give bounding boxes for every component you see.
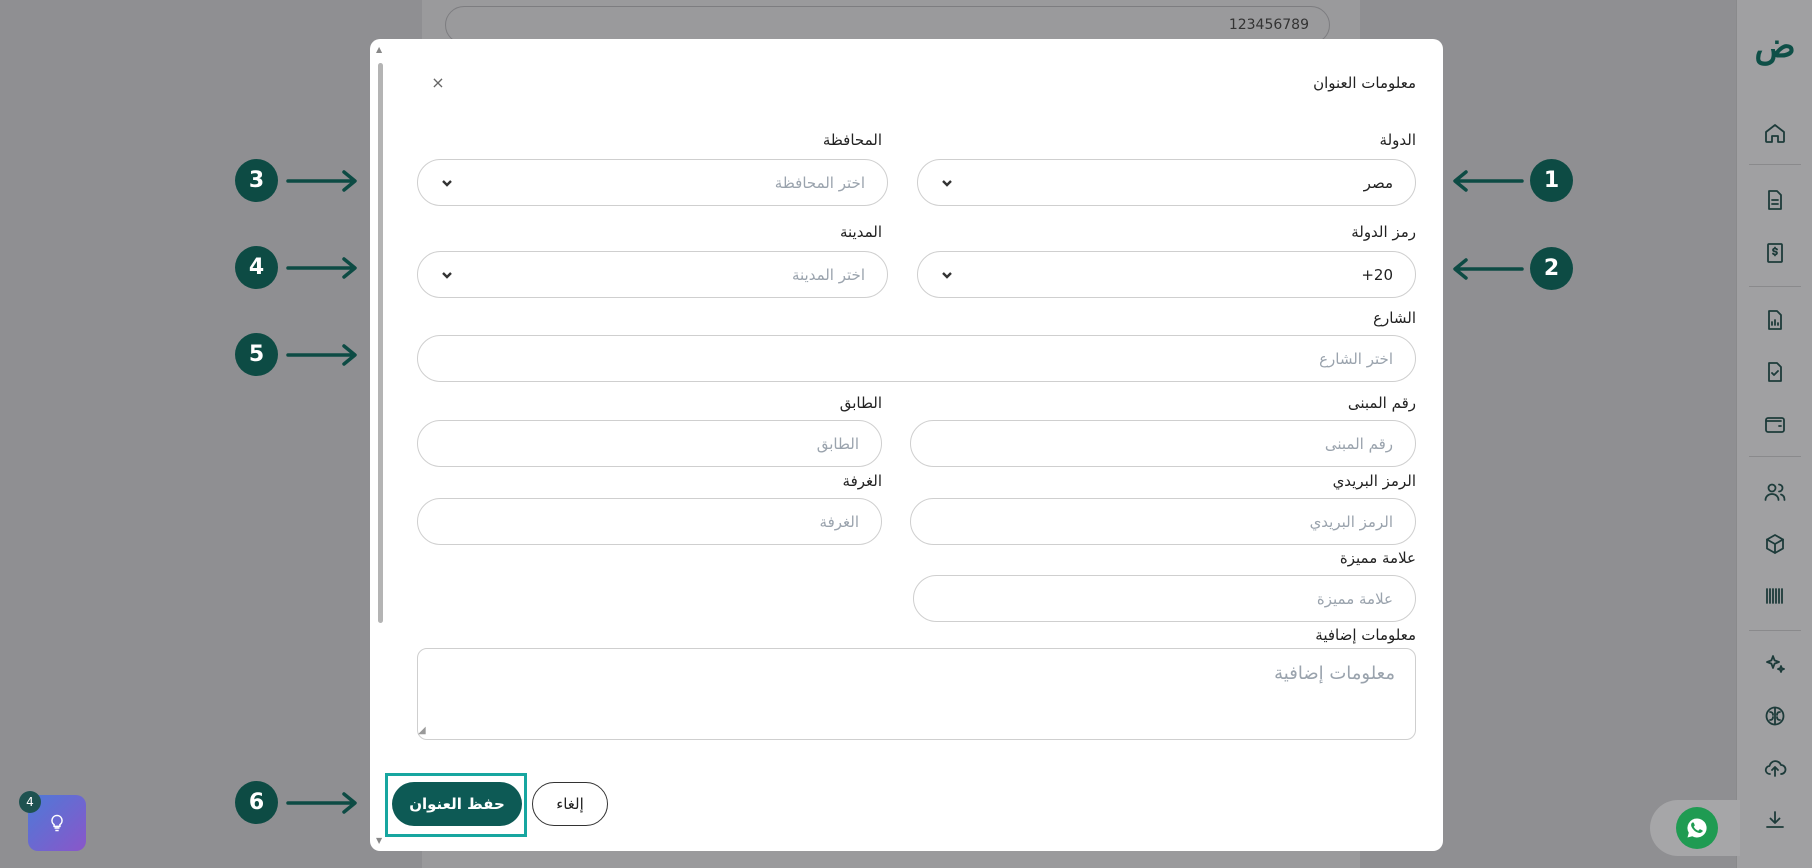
callout-arrow-4 bbox=[286, 256, 360, 280]
right-sidebar: ض bbox=[1736, 0, 1812, 868]
callout-badge-5: 5 bbox=[235, 333, 278, 376]
country-code-label: رمز الدولة bbox=[1351, 223, 1416, 241]
callout-badge-1: 1 bbox=[1530, 159, 1573, 202]
country-code-value: +20 bbox=[1361, 265, 1393, 284]
checklist-icon[interactable] bbox=[1759, 356, 1791, 388]
sparkles-icon[interactable] bbox=[1759, 648, 1791, 680]
invoice-dollar-icon[interactable] bbox=[1759, 237, 1791, 269]
close-icon[interactable]: × bbox=[428, 73, 448, 93]
modal-scrollbar[interactable]: ▲ ▼ bbox=[374, 45, 386, 845]
landmark-label: علامة مميزة bbox=[1339, 549, 1416, 567]
sidebar-divider bbox=[1749, 286, 1801, 287]
lightbulb-icon bbox=[51, 814, 63, 832]
room-label: الغرفة bbox=[842, 472, 882, 490]
building-number-label: رقم المبنى bbox=[1347, 394, 1416, 412]
sidebar-divider bbox=[1749, 164, 1801, 165]
city-label: المدينة bbox=[839, 223, 882, 241]
postal-code-label: الرمز البريدي bbox=[1332, 472, 1416, 490]
package-icon[interactable] bbox=[1759, 528, 1791, 560]
governorate-select[interactable]: اختر المحافظة bbox=[417, 159, 888, 206]
scroll-down-icon[interactable]: ▼ bbox=[376, 836, 382, 845]
wallet-icon[interactable] bbox=[1759, 408, 1791, 440]
sidebar-divider bbox=[1749, 456, 1801, 457]
governorate-label: المحافظة bbox=[822, 131, 882, 149]
callout-arrow-6 bbox=[286, 791, 360, 815]
country-code-select[interactable]: +20 bbox=[917, 251, 1416, 298]
download-icon[interactable] bbox=[1759, 804, 1791, 836]
background-phone-value: 123456789 bbox=[1228, 17, 1309, 33]
scrollbar-thumb[interactable] bbox=[378, 63, 383, 623]
app-logo: ض bbox=[1754, 26, 1796, 66]
address-info-modal: ▲ ▼ معلومات العنوان × الدولة مصر المحافظ… bbox=[370, 39, 1443, 851]
barcode-icon[interactable] bbox=[1759, 580, 1791, 612]
brain-icon[interactable] bbox=[1759, 700, 1791, 732]
country-label: الدولة bbox=[1379, 131, 1416, 149]
modal-title: معلومات العنوان bbox=[1313, 74, 1416, 92]
street-input[interactable] bbox=[417, 335, 1416, 382]
chevron-down-icon bbox=[440, 268, 454, 282]
country-select[interactable]: مصر bbox=[917, 159, 1416, 206]
city-select[interactable]: اختر المدينة bbox=[417, 251, 888, 298]
callout-badge-3: 3 bbox=[235, 159, 278, 202]
whatsapp-button[interactable] bbox=[1676, 807, 1718, 849]
document-icon[interactable] bbox=[1759, 184, 1791, 216]
callout-arrow-1 bbox=[1450, 169, 1524, 193]
landmark-input[interactable] bbox=[913, 575, 1416, 622]
callout-badge-4: 4 bbox=[235, 246, 278, 289]
resize-grip-icon[interactable]: ◢ bbox=[418, 725, 426, 736]
whatsapp-icon bbox=[1687, 818, 1707, 838]
users-icon[interactable] bbox=[1759, 476, 1791, 508]
city-placeholder: اختر المدينة bbox=[791, 265, 865, 284]
report-icon[interactable] bbox=[1759, 304, 1791, 336]
additional-info-textarea[interactable] bbox=[417, 648, 1416, 740]
cloud-upload-icon[interactable] bbox=[1759, 752, 1791, 784]
home-icon[interactable] bbox=[1759, 117, 1791, 149]
scroll-up-icon[interactable]: ▲ bbox=[376, 45, 382, 54]
room-input[interactable] bbox=[417, 498, 882, 545]
save-address-button[interactable]: حفظ العنوان bbox=[392, 782, 522, 826]
floor-input[interactable] bbox=[417, 420, 882, 467]
building-number-input[interactable] bbox=[910, 420, 1416, 467]
governorate-placeholder: اختر المحافظة bbox=[774, 173, 865, 192]
sidebar-divider bbox=[1749, 630, 1801, 631]
callout-arrow-3 bbox=[286, 169, 360, 193]
callout-badge-6: 6 bbox=[235, 781, 278, 824]
callout-badge-2: 2 bbox=[1530, 247, 1573, 290]
postal-code-input[interactable] bbox=[910, 498, 1416, 545]
floor-label: الطابق bbox=[839, 394, 882, 412]
chevron-down-icon bbox=[440, 176, 454, 190]
chevron-down-icon bbox=[940, 176, 954, 190]
country-value: مصر bbox=[1363, 173, 1393, 192]
street-label: الشارع bbox=[1373, 309, 1416, 327]
additional-info-label: معلومات إضافية bbox=[1315, 626, 1416, 644]
chevron-down-icon bbox=[940, 268, 954, 282]
callout-arrow-2 bbox=[1450, 257, 1524, 281]
cancel-button[interactable]: إلغاء bbox=[532, 782, 608, 826]
callout-arrow-5 bbox=[286, 343, 360, 367]
hints-count-badge: 4 bbox=[19, 791, 41, 813]
